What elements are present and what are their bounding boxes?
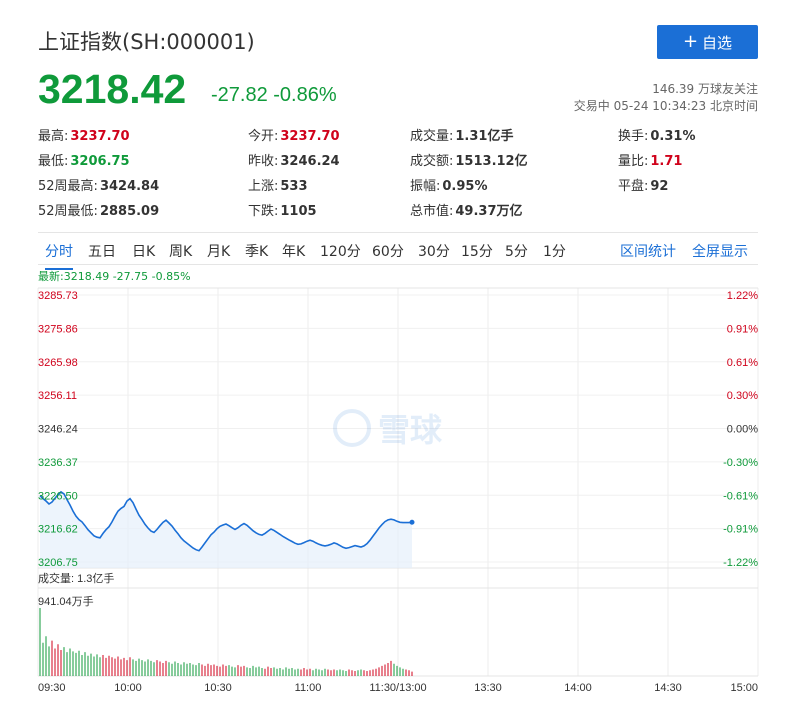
time-axis-label: 14:30	[654, 682, 682, 694]
price-area	[40, 491, 412, 568]
price-level-label: 3236.37	[38, 457, 78, 469]
time-axis-label: 15:00	[730, 682, 758, 694]
time-axis-label: 10:30	[204, 682, 232, 694]
price-level-label: 3256.11	[38, 390, 77, 402]
price-level-label: 3275.86	[38, 323, 78, 335]
price-level-label: 3285.73	[38, 290, 78, 302]
pct-level-label: 0.00%	[727, 424, 758, 436]
time-axis-label: 10:00	[114, 682, 142, 694]
svg-text:雪球: 雪球	[378, 411, 443, 449]
pct-level-label: -0.91%	[723, 524, 758, 536]
intraday-chart: 雪球 3285.73 1.22% 3275.86 0.91% 3265.98 0.61% 32…	[37, 287, 759, 694]
time-axis-label: 09:30	[38, 682, 66, 694]
pct-level-label: 1.22%	[727, 290, 758, 302]
volume-max-label: 941.04万手	[38, 594, 94, 608]
pct-level-label: -0.30%	[723, 457, 758, 469]
price-level-label: 3226.50	[38, 490, 78, 502]
price-level-label: 3265.98	[38, 357, 78, 369]
pct-level-label: 0.61%	[727, 357, 758, 369]
watermark-logo: 雪球	[333, 409, 443, 449]
pct-level-label: -0.61%	[723, 490, 758, 502]
pct-level-label: -1.22%	[723, 557, 758, 569]
pct-level-label: 0.30%	[727, 390, 758, 402]
volume-total-label: 成交量: 1.3亿手	[38, 571, 114, 585]
price-endpoint	[409, 519, 415, 525]
time-axis-label: 11:30/13:00	[369, 682, 426, 694]
price-level-label: 3246.24	[38, 424, 78, 436]
price-level-label: 3206.75	[38, 557, 78, 569]
time-axis-label: 13:30	[474, 682, 502, 694]
pct-level-label: 0.91%	[727, 323, 758, 335]
time-axis-label: 11:00	[295, 682, 322, 694]
time-axis-label: 14:00	[564, 682, 592, 694]
price-level-label: 3216.62	[38, 524, 78, 536]
